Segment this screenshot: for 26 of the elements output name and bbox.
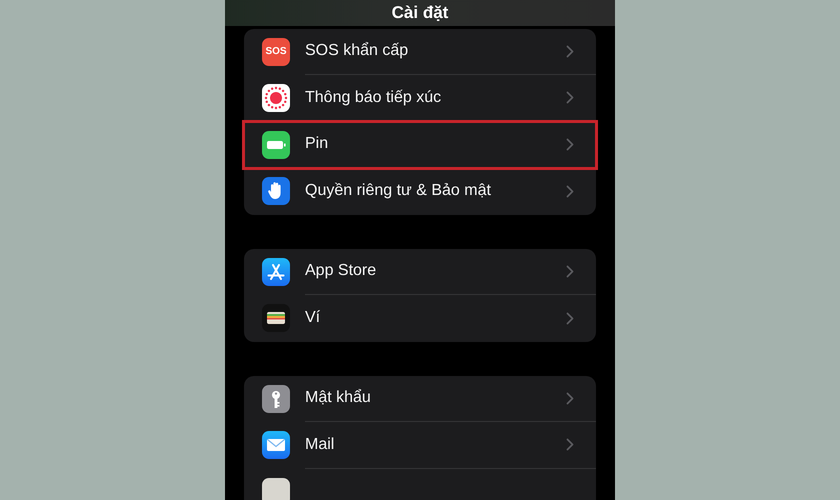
settings-label[interactable]: Thông báo tiếp xúc — [305, 86, 442, 110]
hand-icon — [262, 177, 290, 206]
chevron-icon — [566, 392, 574, 405]
settings-label[interactable]: Mật khẩu — [305, 386, 371, 410]
envelope-icon — [262, 431, 290, 460]
wallet-icon — [262, 304, 290, 332]
chevron-icon — [566, 44, 574, 58]
settings-label[interactable]: Quyền riêng tư & Bảo mật — [305, 179, 491, 204]
key-icon — [262, 384, 290, 413]
settings-label[interactable]: Ví — [305, 306, 320, 330]
settings-label[interactable]: Mail — [305, 432, 334, 457]
settings-label[interactable]: App Store — [305, 259, 376, 284]
settings-label[interactable]: Pin — [305, 132, 328, 156]
chevron-icon — [566, 91, 574, 104]
sos-icon: SOS — [262, 38, 290, 66]
settings-label[interactable]: SOS khẩn cấp — [305, 39, 408, 64]
app-icon — [262, 478, 290, 500]
chevron-icon — [566, 438, 574, 452]
chevron-icon — [566, 264, 574, 278]
letter-a-icon — [262, 258, 290, 286]
chevron-icon — [566, 312, 574, 325]
chevron-icon — [566, 184, 574, 198]
chevron-icon — [566, 138, 574, 151]
highlighted-settings-row[interactable]: Pin — [244, 122, 596, 168]
battery-icon — [262, 130, 290, 159]
screen-title: Cài đặt — [392, 2, 448, 24]
